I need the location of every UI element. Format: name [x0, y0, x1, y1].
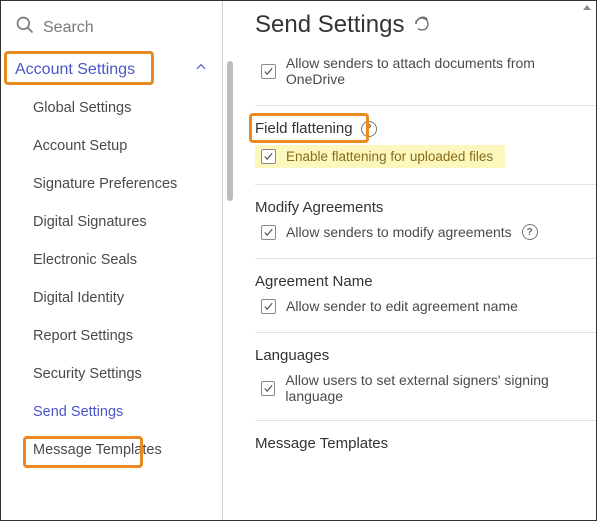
option-languages-label: Allow users to set external signers' sig…	[285, 372, 596, 404]
option-agreement-name: Allow sender to edit agreement name	[261, 298, 596, 314]
main-panel: Send Settings Allow senders to attach do…	[223, 1, 596, 520]
option-onedrive-label: Allow senders to attach documents from O…	[286, 55, 596, 87]
app-shell: Search Account Settings Global Settings …	[0, 0, 597, 521]
divider	[255, 332, 596, 333]
option-enable-flattening-highlighted: Enable flattening for uploaded files	[255, 145, 505, 168]
sidebar-item-signature-preferences[interactable]: Signature Preferences	[1, 165, 222, 203]
checkbox-modify-agreements[interactable]	[261, 225, 276, 240]
section-title-modify-agreements: Modify Agreements	[255, 199, 596, 216]
page-title: Send Settings	[255, 11, 596, 39]
sidebar-item-electronic-seals[interactable]: Electronic Seals	[1, 241, 222, 279]
checkbox-enable-flattening[interactable]	[261, 149, 276, 164]
option-onedrive: Allow senders to attach documents from O…	[261, 55, 596, 87]
option-modify-agreements-label: Allow senders to modify agreements	[286, 224, 512, 240]
main-scrollbar[interactable]	[227, 61, 233, 201]
section-title-text: Message Templates	[255, 435, 388, 452]
sidebar-item-message-templates[interactable]: Message Templates	[1, 431, 222, 469]
section-title-text: Modify Agreements	[255, 199, 383, 216]
section-title-text: Agreement Name	[255, 273, 373, 290]
sidebar-item-digital-identity[interactable]: Digital Identity	[1, 279, 222, 317]
section-title-field-flattening: Field flattening	[255, 120, 596, 137]
section-title-languages: Languages	[255, 347, 596, 364]
help-icon[interactable]	[522, 224, 538, 240]
checkbox-languages[interactable]	[261, 381, 275, 396]
search-icon	[15, 15, 35, 40]
option-languages: Allow users to set external signers' sig…	[261, 372, 596, 404]
sidebar-item-account-setup[interactable]: Account Setup	[1, 127, 222, 165]
sidebar-item-report-settings[interactable]: Report Settings	[1, 317, 222, 355]
section-title-text: Languages	[255, 347, 329, 364]
sidebar-item-global-settings[interactable]: Global Settings	[1, 89, 222, 127]
sidebar-item-security-settings[interactable]: Security Settings	[1, 355, 222, 393]
sidebar-item-send-settings[interactable]: Send Settings	[1, 393, 222, 431]
option-enable-flattening-label: Enable flattening for uploaded files	[286, 149, 493, 164]
divider	[255, 105, 596, 106]
option-modify-agreements: Allow senders to modify agreements	[261, 224, 596, 240]
section-title-message-templates: Message Templates	[255, 435, 596, 452]
search-input[interactable]: Search	[1, 1, 222, 50]
section-title-agreement-name: Agreement Name	[255, 273, 596, 290]
chevron-up-icon	[194, 60, 208, 79]
divider	[255, 184, 596, 185]
sidebar-group-account-settings[interactable]: Account Settings	[1, 50, 222, 89]
checkbox-onedrive[interactable]	[261, 64, 276, 79]
checkbox-agreement-name[interactable]	[261, 299, 276, 314]
divider	[255, 258, 596, 259]
sidebar-item-digital-signatures[interactable]: Digital Signatures	[1, 203, 222, 241]
sidebar-group-label: Account Settings	[15, 61, 135, 79]
sidebar: Search Account Settings Global Settings …	[1, 1, 223, 520]
option-agreement-name-label: Allow sender to edit agreement name	[286, 298, 518, 314]
sidebar-nav-list: Global Settings Account Setup Signature …	[1, 89, 222, 520]
search-placeholder: Search	[43, 19, 94, 37]
refresh-icon[interactable]	[414, 11, 430, 39]
page-title-text: Send Settings	[255, 11, 404, 39]
highlight-frame-field-flattening	[249, 113, 369, 143]
divider	[255, 420, 596, 421]
